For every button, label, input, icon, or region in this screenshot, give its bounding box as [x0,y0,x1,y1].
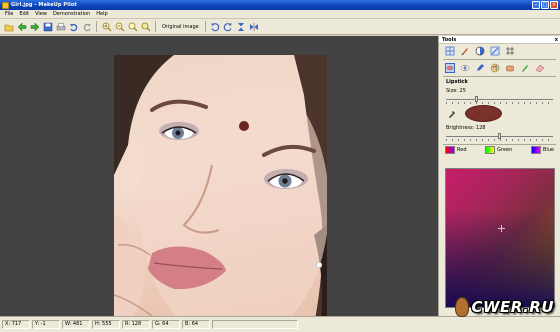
back-arrow-icon[interactable] [16,21,27,32]
status-w: W: 481 [62,320,90,329]
red-label: Red [457,147,467,153]
redo-icon[interactable] [81,21,92,32]
zoom-in-icon[interactable] [101,21,112,32]
grid-tool-icon[interactable] [445,46,455,56]
zoom-actual-icon[interactable] [140,21,151,32]
tool-row-2 [439,61,560,75]
green-label: Green [497,147,513,153]
save-icon[interactable] [42,21,53,32]
highlighter-tool-icon[interactable] [520,63,530,73]
divider [443,76,556,77]
resize-tool-icon[interactable] [505,46,515,56]
app-icon [2,1,9,9]
pencil-tool-icon[interactable] [475,63,485,73]
eyedropper-icon[interactable] [447,109,457,119]
size-label: Size: 25 [446,88,466,94]
divider [443,144,556,145]
watermark-text: CWER.RU [471,298,554,316]
palette-tool-icon[interactable] [490,63,500,73]
window-title: Girl.jpg - MakeUp Pilot [11,2,77,8]
toolbar-separator [204,21,206,32]
size-slider[interactable] [446,96,553,104]
toolbar-separator [155,21,156,32]
image-canvas[interactable] [0,36,438,332]
title-bar: Girl.jpg - MakeUp Pilot – □ × [0,0,560,10]
print-icon[interactable] [55,21,66,32]
status-bar: X: 717 Y: -1 W: 481 H: 555 R: 128 G: 64 … [0,316,560,332]
brightness-label: Brightness: 128 [446,125,486,131]
slider-ticks [446,139,553,141]
contrast-tool-icon[interactable] [475,46,485,56]
slider-track [446,99,553,100]
crosshair-icon [498,225,505,232]
green-channel-option[interactable]: Green [485,146,512,154]
forward-arrow-icon[interactable] [29,21,40,32]
portrait-image [114,55,327,332]
tools-panel-title: Tools [442,37,457,43]
brightness-slider[interactable] [446,133,553,141]
tools-panel-header: Tools x [439,36,560,44]
panel-close-button[interactable]: x [555,36,558,44]
status-y: Y: -1 [32,320,60,329]
blush-tool-icon[interactable] [505,63,515,73]
status-h: H: 555 [92,320,120,329]
brush-tool-icon[interactable] [460,46,470,56]
status-r: R: 128 [122,320,150,329]
zoom-out-icon[interactable] [114,21,125,32]
portrait-photo[interactable] [114,55,327,332]
flip-vertical-icon[interactable] [236,21,247,32]
divider [443,59,556,60]
blue-channel-option[interactable]: Blue [530,146,554,154]
menu-edit[interactable]: Edit [19,11,29,17]
menu-demonstration[interactable]: Demonstration [53,11,90,17]
tool-row-1 [439,44,560,58]
eye-tool-icon[interactable] [460,63,470,73]
green-gradient-icon [485,146,496,154]
tools-panel: Tools x Lipstick Size: 25 Brightness: 12… [438,36,560,316]
lipstick-color-swatch[interactable] [465,105,502,122]
status-progress [212,320,298,329]
eraser-tool-icon[interactable] [535,63,545,73]
status-b: B: 64 [182,320,210,329]
color-row [439,103,560,124]
red-gradient-icon [445,146,455,154]
flip-horizontal-icon[interactable] [249,21,260,32]
zoom-fit-icon[interactable] [127,21,138,32]
watermark: CWER.RU [455,297,554,317]
menu-file[interactable]: File [5,11,13,17]
menu-help[interactable]: Help [96,11,107,17]
menu-bar: File Edit View Demonstration Help [0,10,560,19]
toolbar: Original image [0,19,560,35]
rotate-right-icon[interactable] [223,21,234,32]
menu-view[interactable]: View [35,11,47,17]
mascot-icon [455,297,470,317]
lipstick-tool-icon[interactable] [445,63,455,73]
section-title: Lipstick [446,79,468,85]
blue-label: Blue [542,147,554,153]
original-image-button[interactable]: Original image [160,24,201,30]
minimize-button[interactable]: – [532,1,540,9]
blue-gradient-icon [530,146,541,154]
rgb-selector: Red Green Blue [439,146,560,154]
undo-icon[interactable] [68,21,79,32]
slider-ticks [446,102,553,104]
open-folder-icon[interactable] [3,21,14,32]
maximize-button[interactable]: □ [541,1,549,9]
crop-tool-icon[interactable] [490,46,500,56]
rotate-left-icon[interactable] [210,21,221,32]
toolbar-separator [96,21,97,32]
red-channel-option[interactable]: Red [445,146,467,154]
status-x: X: 717 [2,320,30,329]
color-picker-field[interactable] [445,168,555,308]
status-g: G: 64 [152,320,180,329]
close-button[interactable]: × [550,1,558,9]
